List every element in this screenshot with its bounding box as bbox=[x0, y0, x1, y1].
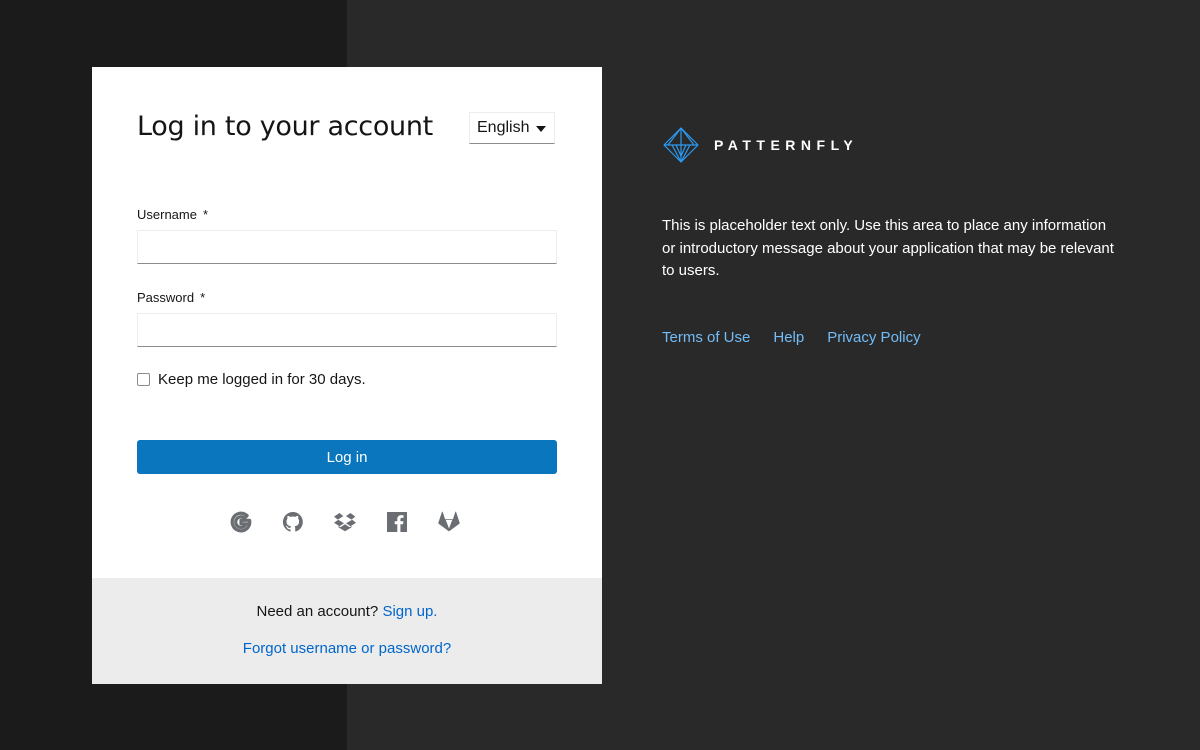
remember-me[interactable]: Keep me logged in for 30 days. bbox=[137, 371, 366, 388]
brand-name: PATTERNFLY bbox=[714, 137, 859, 153]
footer-links: Terms of Use Help Privacy Policy bbox=[662, 329, 921, 346]
password-input[interactable] bbox=[137, 313, 557, 347]
password-label-text: Password bbox=[137, 290, 195, 305]
social-login-row bbox=[229, 510, 461, 534]
help-link[interactable]: Help bbox=[773, 329, 804, 346]
forgot-line: Forgot username or password? bbox=[92, 640, 602, 657]
patternfly-logo-icon bbox=[663, 127, 699, 163]
required-mark: * bbox=[202, 207, 209, 222]
gitlab-icon[interactable] bbox=[437, 510, 461, 534]
page-title: Log in to your account bbox=[137, 111, 433, 142]
privacy-link[interactable]: Privacy Policy bbox=[827, 329, 920, 346]
dropbox-icon[interactable] bbox=[333, 510, 357, 534]
language-select[interactable]: English bbox=[469, 112, 555, 144]
username-input[interactable] bbox=[137, 230, 557, 264]
language-select-value: English bbox=[477, 119, 530, 136]
signup-prompt: Need an account? bbox=[256, 603, 379, 620]
required-mark: * bbox=[200, 290, 206, 305]
login-footer: Need an account? Sign up. Forgot usernam… bbox=[92, 578, 602, 684]
password-label: Password * bbox=[137, 290, 205, 305]
terms-link[interactable]: Terms of Use bbox=[662, 329, 750, 346]
username-label-text: Username bbox=[137, 207, 197, 222]
remember-checkbox[interactable] bbox=[137, 373, 150, 386]
intro-text: This is placeholder text only. Use this … bbox=[662, 217, 1114, 279]
github-icon[interactable] bbox=[281, 510, 305, 534]
caret-down-icon bbox=[536, 126, 546, 132]
remember-label: Keep me logged in for 30 days. bbox=[158, 371, 366, 388]
brand: PATTERNFLY bbox=[662, 126, 858, 164]
login-card: Log in to your account English Username *… bbox=[92, 67, 602, 684]
forgot-credentials-link[interactable]: Forgot username or password? bbox=[243, 640, 451, 657]
login-button[interactable]: Log in bbox=[137, 440, 557, 474]
signup-link[interactable]: Sign up. bbox=[382, 603, 437, 620]
facebook-icon[interactable] bbox=[385, 510, 409, 534]
username-label: Username * bbox=[137, 207, 208, 222]
google-icon[interactable] bbox=[229, 510, 253, 534]
signup-prompt-line: Need an account? Sign up. bbox=[92, 603, 602, 620]
